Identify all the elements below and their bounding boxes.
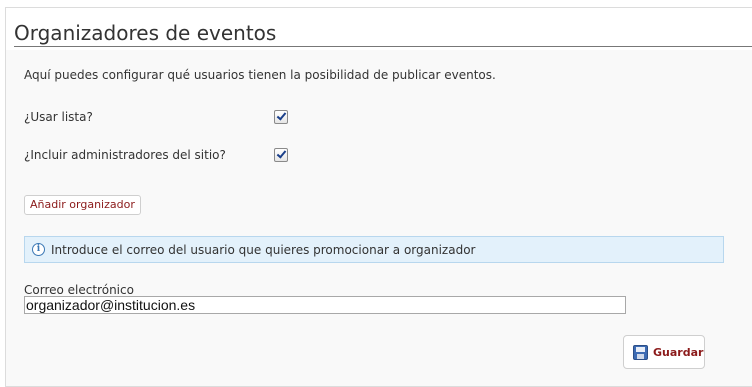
- include-admins-checkbox[interactable]: [274, 148, 288, 162]
- add-organizer-button[interactable]: Añadir organizador: [24, 195, 141, 215]
- checkmark-icon: [276, 148, 287, 159]
- info-text: Introduce el correo del usuario que quie…: [51, 243, 476, 257]
- info-message: i Introduce el correo del usuario que qu…: [24, 236, 724, 263]
- floppy-disk-icon: [633, 345, 648, 360]
- header-divider: [14, 46, 752, 47]
- save-button[interactable]: Guardar: [623, 335, 705, 369]
- email-field[interactable]: [24, 296, 626, 314]
- checkmark-icon: [276, 110, 287, 121]
- use-list-label: ¿Usar lista?: [24, 110, 93, 124]
- page-title: Organizadores de eventos: [14, 21, 277, 45]
- info-icon: i: [32, 243, 45, 256]
- intro-text: Aquí puedes configurar qué usuarios tien…: [24, 68, 496, 82]
- organizers-panel: Organizadores de eventos Aquí puedes con…: [5, 7, 752, 387]
- use-list-checkbox[interactable]: [274, 110, 288, 124]
- include-admins-label: ¿Incluir administradores del sitio?: [24, 148, 226, 162]
- email-field-label: Correo electrónico: [24, 283, 134, 297]
- save-button-label: Guardar: [653, 346, 704, 359]
- panel-header: Organizadores de eventos: [6, 8, 752, 50]
